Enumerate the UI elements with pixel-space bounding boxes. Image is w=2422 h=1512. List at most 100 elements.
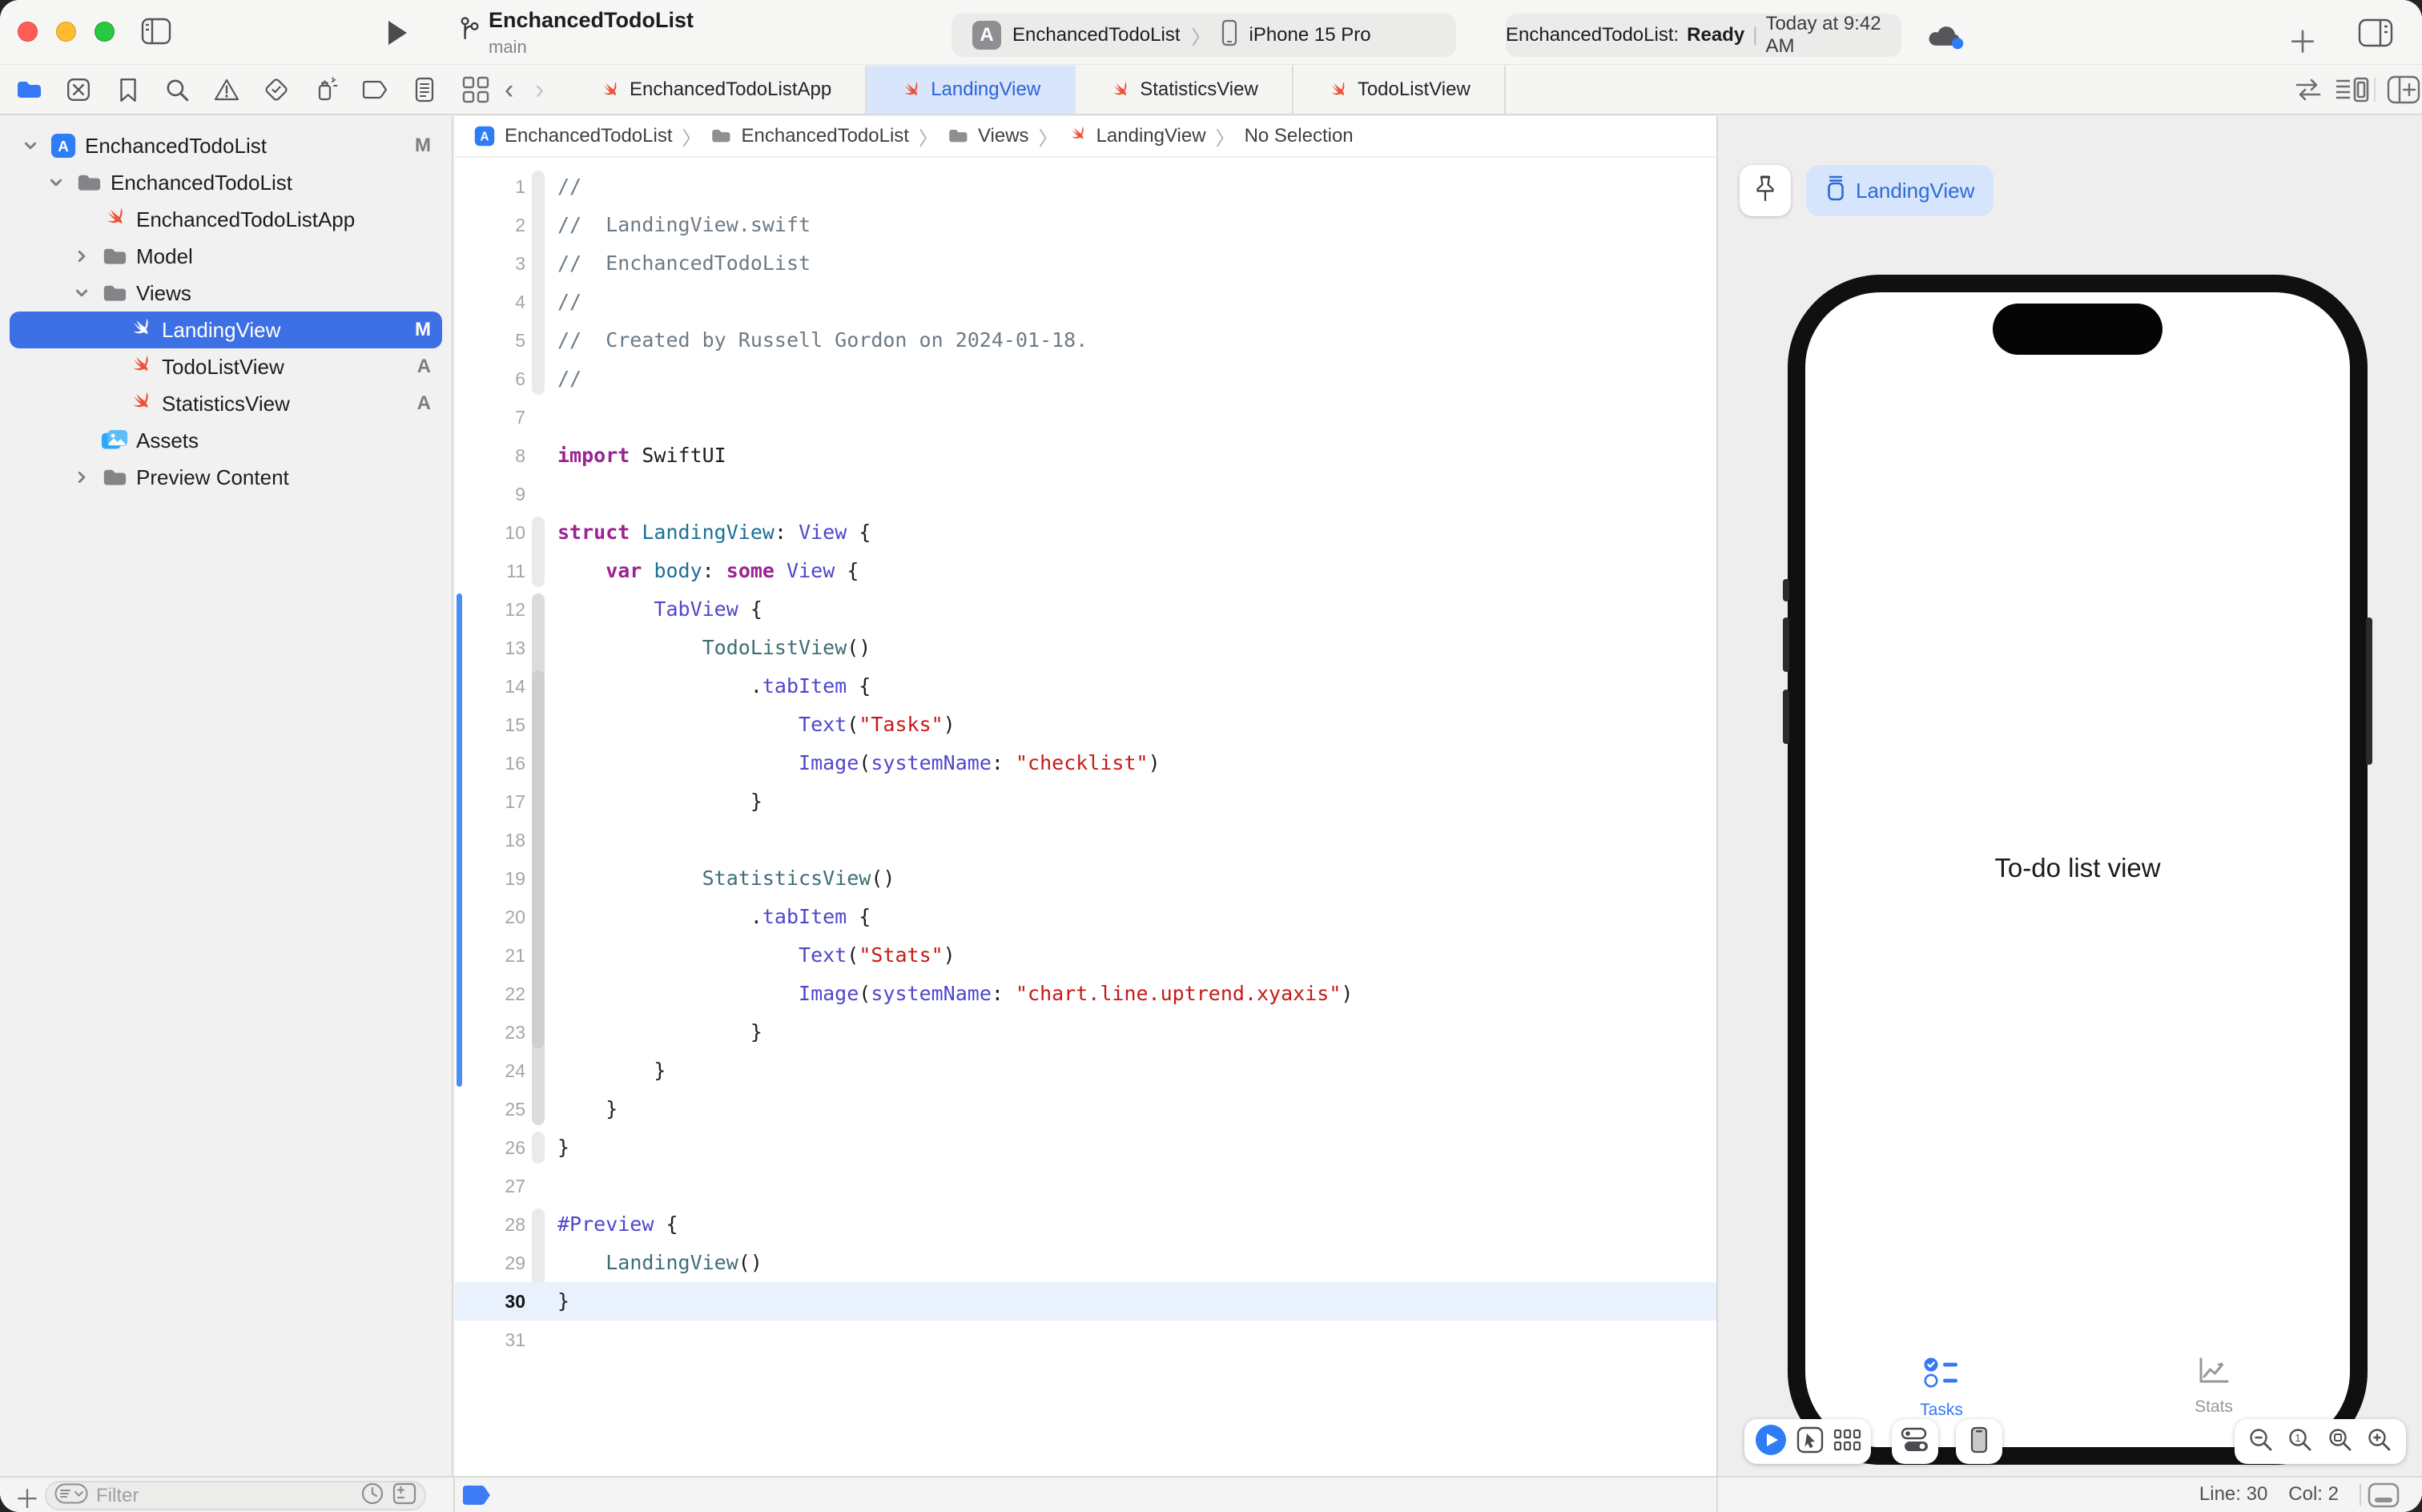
project-navigator-icon[interactable]	[13, 74, 45, 106]
bookmarks-navigator-icon[interactable]	[112, 74, 144, 106]
breakpoints-navigator-icon[interactable]	[359, 74, 391, 106]
line-number[interactable]: 12	[455, 590, 525, 629]
line-number[interactable]: 25	[455, 1090, 525, 1128]
chevron-right-icon[interactable]	[70, 249, 93, 263]
line-number[interactable]: 22	[455, 975, 525, 1013]
source-control-filter-icon[interactable]	[392, 1482, 416, 1509]
issues-navigator-icon[interactable]	[211, 74, 243, 106]
zoom-out-icon[interactable]	[2248, 1427, 2274, 1457]
run-button[interactable]	[386, 19, 408, 50]
sidebar-item-enchancedtodolistapp[interactable]: EnchancedTodoListApp	[10, 201, 442, 238]
add-editor-icon[interactable]	[2387, 66, 2420, 114]
sidebar-item-enchancedtodolist[interactable]: EnchancedTodoList	[10, 164, 442, 201]
line-number[interactable]: 16	[455, 744, 525, 782]
line-number[interactable]: 4	[455, 283, 525, 321]
code-line[interactable]: 19 StatisticsView()	[455, 859, 1716, 898]
code-line[interactable]: 16 Image(systemName: "checklist")	[455, 744, 1716, 782]
line-number[interactable]: 10	[455, 513, 525, 552]
debug-navigator-icon[interactable]	[310, 74, 342, 106]
code-line[interactable]: 26}	[455, 1128, 1716, 1167]
line-number[interactable]: 1	[455, 167, 525, 206]
zoom-100-icon[interactable]: 1	[2287, 1427, 2313, 1457]
code-line[interactable]: 13 TodoListView()	[455, 629, 1716, 667]
zoom-fit-icon[interactable]	[2327, 1427, 2353, 1457]
line-number[interactable]: 30	[455, 1282, 525, 1321]
preview-tab-stats[interactable]: Stats	[2078, 1356, 2350, 1420]
line-number[interactable]: 24	[455, 1052, 525, 1090]
line-number[interactable]: 3	[455, 244, 525, 283]
source-editor[interactable]: 1//2// LandingView.swift3// EnchancedTod…	[455, 158, 1716, 1476]
zoom-window-button[interactable]	[95, 22, 115, 42]
code-line[interactable]: 23 }	[455, 1013, 1716, 1052]
code-line[interactable]: 10struct LandingView: View {	[455, 513, 1716, 552]
sidebar-item-views[interactable]: Views	[10, 275, 442, 312]
editor-bottom-options-icon[interactable]	[2368, 1482, 2400, 1512]
code-line[interactable]: 15 Text("Tasks")	[455, 706, 1716, 744]
sidebar-item-preview-content[interactable]: Preview Content	[10, 459, 442, 496]
tab-statisticsview[interactable]: StatisticsView	[1076, 66, 1293, 114]
code-line[interactable]: 22 Image(systemName: "chart.line.uptrend…	[455, 975, 1716, 1013]
line-number[interactable]: 6	[455, 360, 525, 398]
recent-files-clock-icon[interactable]	[360, 1482, 384, 1510]
line-number[interactable]: 13	[455, 629, 525, 667]
filter-field[interactable]	[45, 1481, 426, 1510]
line-number[interactable]: 20	[455, 898, 525, 936]
line-number[interactable]: 27	[455, 1167, 525, 1205]
pin-preview-button[interactable]	[1740, 165, 1791, 216]
code-line[interactable]: 30}	[455, 1282, 1716, 1321]
selectable-mode-button[interactable]	[1796, 1426, 1824, 1458]
code-line[interactable]: 4//	[455, 283, 1716, 321]
back-button[interactable]: ‹	[505, 66, 513, 114]
forward-button[interactable]: ›	[535, 66, 544, 114]
line-number[interactable]: 11	[455, 552, 525, 590]
breadcrumb-item[interactable]: LandingView	[1096, 125, 1206, 147]
breakpoint-icon[interactable]	[461, 1484, 492, 1510]
breadcrumb-item[interactable]: EnchancedTodoList	[505, 125, 672, 147]
live-preview-button[interactable]	[1754, 1423, 1788, 1461]
tests-navigator-icon[interactable]	[260, 74, 292, 106]
chevron-right-icon[interactable]	[70, 470, 93, 485]
filter-input[interactable]	[96, 1485, 352, 1507]
line-number[interactable]: 9	[455, 475, 525, 513]
toggle-sidebar-icon[interactable]	[141, 18, 171, 49]
code-line[interactable]: 8import SwiftUI	[455, 436, 1716, 475]
code-line[interactable]: 24 }	[455, 1052, 1716, 1090]
variants-grid-button[interactable]	[1833, 1428, 1862, 1456]
sidebar-item-landingview[interactable]: LandingViewM	[10, 312, 442, 348]
code-line[interactable]: 14 .tabItem {	[455, 667, 1716, 706]
device-settings-button[interactable]	[1901, 1427, 1929, 1457]
preview-tab-tasks[interactable]: Tasks	[1805, 1356, 2078, 1420]
code-line[interactable]: 20 .tabItem {	[455, 898, 1716, 936]
line-number[interactable]: 5	[455, 321, 525, 360]
code-line[interactable]: 9	[455, 475, 1716, 513]
breadcrumb-item[interactable]: EnchancedTodoList	[741, 125, 908, 147]
line-number[interactable]: 23	[455, 1013, 525, 1052]
code-line[interactable]: 11 var body: some View {	[455, 552, 1716, 590]
adjust-editor-options-icon[interactable]	[2334, 66, 2371, 114]
line-number[interactable]: 29	[455, 1244, 525, 1282]
code-line[interactable]: 17 }	[455, 782, 1716, 821]
line-number[interactable]: 28	[455, 1205, 525, 1244]
scheme-selector[interactable]: A EnchancedTodoList 〉 iPhone 15 Pro	[952, 14, 1456, 57]
line-number[interactable]: 14	[455, 667, 525, 706]
minimize-window-button[interactable]	[56, 22, 76, 42]
breadcrumb-item[interactable]: No Selection	[1245, 125, 1354, 147]
sidebar-item-model[interactable]: Model	[10, 238, 442, 275]
chevron-down-icon[interactable]	[19, 139, 42, 153]
line-number[interactable]: 7	[455, 398, 525, 436]
zoom-in-icon[interactable]	[2367, 1427, 2392, 1457]
line-number[interactable]: 31	[455, 1321, 525, 1359]
tab-landingview[interactable]: LandingView	[867, 66, 1076, 114]
line-number[interactable]: 18	[455, 821, 525, 859]
code-line[interactable]: 18	[455, 821, 1716, 859]
tab-enchancedtodolistapp[interactable]: EnchancedTodoListApp	[565, 66, 867, 114]
code-line[interactable]: 28#Preview {	[455, 1205, 1716, 1244]
line-number[interactable]: 19	[455, 859, 525, 898]
chevron-down-icon[interactable]	[45, 175, 67, 190]
preview-target-chip[interactable]: LandingView	[1806, 165, 1994, 216]
code-line[interactable]: 5// Created by Russell Gordon on 2024-01…	[455, 321, 1716, 360]
breadcrumb-item[interactable]: Views	[978, 125, 1029, 147]
find-navigator-icon[interactable]	[161, 74, 193, 106]
line-number[interactable]: 21	[455, 936, 525, 975]
sidebar-item-statisticsview[interactable]: StatisticsViewA	[10, 385, 442, 422]
